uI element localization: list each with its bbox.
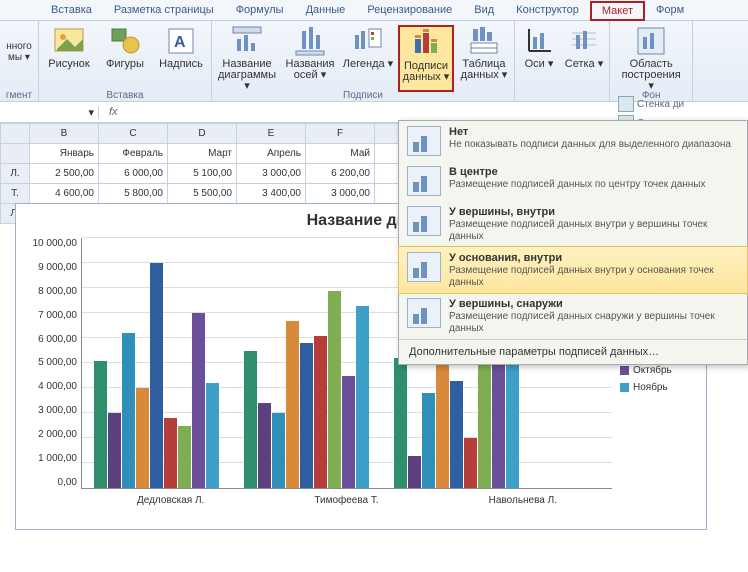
group-insert: Вставка: [39, 90, 211, 101]
row-header[interactable]: Т.: [1, 184, 30, 204]
tab-вид[interactable]: Вид: [463, 1, 505, 21]
data-table-button[interactable]: Таблица данных ▾: [458, 25, 510, 92]
row-header[interactable]: [1, 144, 30, 164]
chart-title-button[interactable]: Название диаграммы ▾: [216, 25, 278, 92]
insert-shapes-button[interactable]: Фигуры: [99, 25, 151, 70]
bar[interactable]: [394, 358, 407, 488]
bar[interactable]: [136, 388, 149, 488]
cell[interactable]: 6 000,00: [99, 164, 168, 184]
data-labels-button[interactable]: Подписи данных ▾: [398, 25, 454, 92]
bar[interactable]: [244, 351, 257, 489]
bar[interactable]: [164, 418, 177, 488]
cell[interactable]: 6 200,00: [306, 164, 375, 184]
y-axis: 10 000,009 000,008 000,007 000,006 000,0…: [16, 238, 81, 508]
tab-формулы[interactable]: Формулы: [225, 1, 295, 21]
name-box[interactable]: ▾: [0, 106, 99, 119]
tab-форм[interactable]: Форм: [645, 1, 695, 21]
dropdown-more-options[interactable]: Дополнительные параметры подписей данных…: [399, 339, 747, 364]
tab-данные[interactable]: Данные: [295, 1, 357, 21]
axes-button[interactable]: Оси ▾: [519, 25, 559, 70]
col-header[interactable]: E: [237, 124, 306, 144]
svg-text:A: A: [174, 34, 186, 51]
option-icon: [407, 298, 441, 328]
gridlines-button[interactable]: Сетка ▾: [563, 25, 605, 70]
bar[interactable]: [450, 381, 463, 489]
cell[interactable]: Февраль: [99, 144, 168, 164]
bar[interactable]: [328, 291, 341, 489]
cell[interactable]: Апрель: [237, 144, 306, 164]
plot-area-button[interactable]: Область построения ▾: [621, 25, 681, 92]
col-header[interactable]: B: [30, 124, 99, 144]
bar[interactable]: [300, 343, 313, 488]
cell[interactable]: 3 000,00: [306, 184, 375, 204]
data-labels-dropdown: НетНе показывать подписи данных для выде…: [398, 120, 748, 365]
cell[interactable]: Май: [306, 144, 375, 164]
cell[interactable]: 3 400,00: [237, 184, 306, 204]
bar[interactable]: [122, 333, 135, 488]
bar[interactable]: [178, 426, 191, 489]
dropdown-icon: ▾: [88, 106, 94, 119]
group-labels: Подписи: [212, 90, 514, 101]
bar[interactable]: [108, 413, 121, 488]
bar[interactable]: [258, 403, 271, 488]
bar[interactable]: [94, 361, 107, 489]
bar[interactable]: [408, 456, 421, 489]
tab-вставка[interactable]: Вставка: [40, 1, 103, 21]
cell[interactable]: 4 600,00: [30, 184, 99, 204]
cell[interactable]: Март: [168, 144, 237, 164]
x-axis-label: Дедловская Л.: [137, 495, 204, 506]
legend-button[interactable]: Легенда ▾: [342, 25, 394, 92]
bar[interactable]: [356, 306, 369, 489]
legend-item[interactable]: Ноябрь: [620, 382, 702, 393]
insert-picture-button[interactable]: Рисунок: [43, 25, 95, 70]
bar[interactable]: [206, 383, 219, 488]
col-header[interactable]: D: [168, 124, 237, 144]
axis-titles-button[interactable]: Названия осей ▾: [282, 25, 338, 92]
cell[interactable]: 3 000,00: [237, 164, 306, 184]
tab-рецензирование[interactable]: Рецензирование: [356, 1, 463, 21]
bar[interactable]: [286, 321, 299, 489]
bar[interactable]: [314, 336, 327, 489]
tab-разметка страницы[interactable]: Разметка страницы: [103, 1, 225, 21]
row-header[interactable]: Л.: [1, 164, 30, 184]
cell[interactable]: 5 800,00: [99, 184, 168, 204]
option-icon: [407, 126, 441, 156]
worksheet: BCDEFGИЯнварьФевральМартАпрельМайИюньИюЛ…: [0, 123, 748, 224]
dropdown-option[interactable]: У вершины, снаружиРазмещение подписей да…: [399, 293, 747, 339]
bar[interactable]: [464, 438, 477, 488]
option-icon: [407, 166, 441, 196]
dropdown-option[interactable]: У основания, внутриРазмещение подписей д…: [398, 246, 748, 294]
bar[interactable]: [150, 263, 163, 488]
bar[interactable]: [342, 376, 355, 489]
x-axis-label: Навольнева Л.: [489, 495, 557, 506]
fx-icon[interactable]: fx: [99, 106, 128, 118]
legend-item[interactable]: Октябрь: [620, 365, 702, 376]
dropdown-option[interactable]: В центреРазмещение подписей данных по це…: [399, 161, 747, 201]
option-icon: [407, 252, 441, 282]
cell[interactable]: 5 100,00: [168, 164, 237, 184]
cell[interactable]: Январь: [30, 144, 99, 164]
col-header[interactable]: C: [99, 124, 168, 144]
group-background: Фон: [610, 90, 692, 101]
insert-textbox-button[interactable]: AНадпись: [155, 25, 207, 70]
tab-макет[interactable]: Макет: [590, 1, 645, 21]
bar[interactable]: [422, 393, 435, 488]
bar[interactable]: [272, 413, 285, 488]
x-axis-label: Тимофеева Т.: [314, 495, 378, 506]
ribbon: нногомы ▾ гмент Рисунок Фигуры AНадпись …: [0, 21, 748, 102]
col-header[interactable]: F: [306, 124, 375, 144]
cell[interactable]: 5 500,00: [168, 184, 237, 204]
cell[interactable]: 2 500,00: [30, 164, 99, 184]
dropdown-option[interactable]: НетНе показывать подписи данных для выде…: [399, 121, 747, 161]
tab-конструктор[interactable]: Конструктор: [505, 1, 590, 21]
bar[interactable]: [192, 313, 205, 488]
ribbon-tabs: ВставкаРазметка страницыФормулыДанныеРец…: [0, 0, 748, 21]
option-icon: [407, 206, 441, 236]
group-fragment: гмент: [0, 90, 38, 101]
dropdown-option[interactable]: У вершины, внутриРазмещение подписей дан…: [399, 201, 747, 247]
fragment-label: нного: [6, 41, 32, 52]
